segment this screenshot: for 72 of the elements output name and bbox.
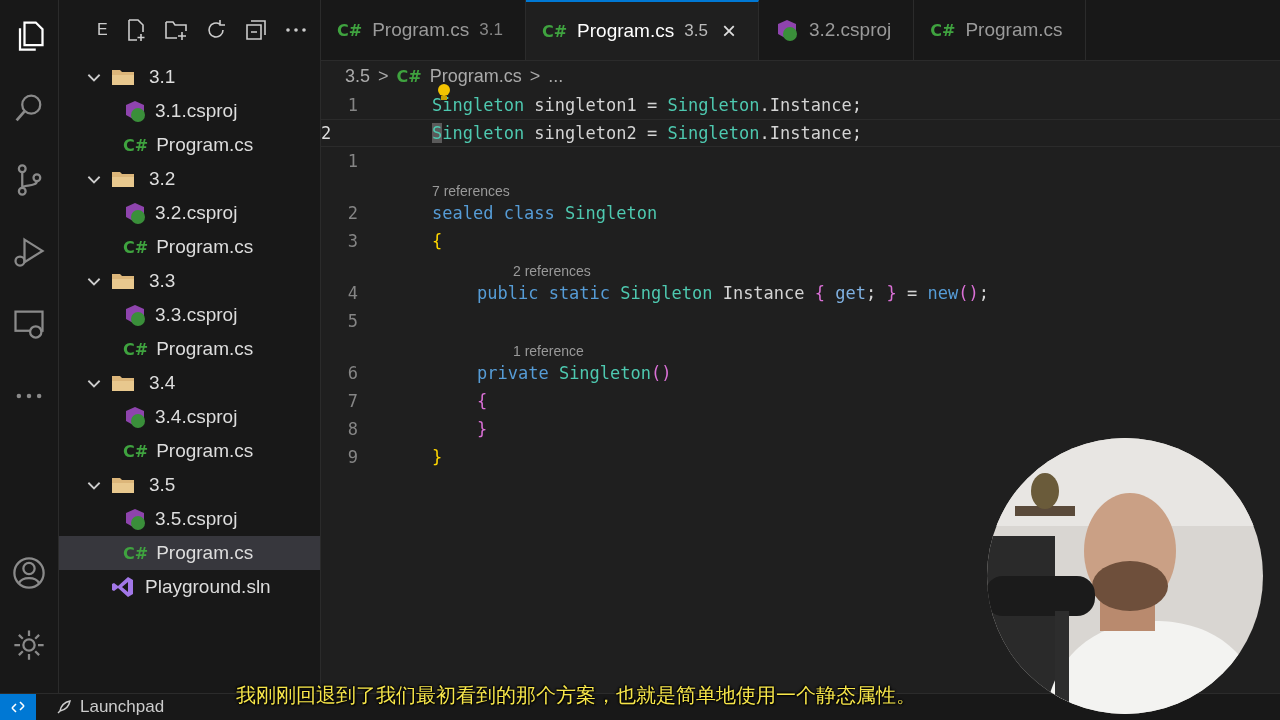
code-line: public static Singleton Instance { get; } = new(); [477,283,989,303]
folder-icon [111,169,135,189]
breadcrumb-more[interactable]: ... [548,65,564,87]
subtitle: 我刚刚回退到了我们最初看到的那个方案，也就是简单地使用一个静态属性。 [236,682,916,709]
project-file-item[interactable]: 3.5.csproj [59,502,320,536]
line-number: 1 [346,151,359,171]
explorer-title: E [97,21,108,39]
folder-icon [111,475,135,495]
line-number: 1 [346,95,359,115]
folder-item[interactable]: 3.3 [59,264,320,298]
editor-tab[interactable]: C# Program.cs [914,0,1086,60]
file-item[interactable]: C# Program.cs [59,332,320,366]
settings-icon[interactable] [11,627,47,663]
line-number: 6 [346,363,359,383]
line-number: 3 [346,231,359,251]
line-number: 2 [321,123,333,143]
project-file-item[interactable]: 3.4.csproj [59,400,320,434]
breadcrumb-separator: > [529,65,541,87]
solution-file-item[interactable]: Playground.sln [59,570,320,604]
folder-icon [111,373,135,393]
line-number: 2 [346,203,359,223]
csharp-icon: C# [123,135,149,155]
csharp-icon: C# [123,441,149,461]
file-item[interactable]: C# Program.cs [59,230,320,264]
line-number: 5 [346,311,359,331]
project-icon [123,405,147,429]
code-line: { [432,231,443,251]
code-lens[interactable]: 7 references [432,183,510,199]
editor-tab[interactable]: C# Program.cs 3.5 × [525,0,759,60]
folder-item[interactable]: 3.5 [59,468,320,502]
folder-icon [111,271,135,291]
project-icon [123,303,147,327]
project-icon [123,201,147,225]
file-item[interactable]: C# Program.cs [59,434,320,468]
project-file-item[interactable]: 3.3.csproj [59,298,320,332]
csharp-icon: C# [123,339,149,359]
code-line: private Singleton() [477,363,672,383]
csharp-icon: C# [123,237,149,257]
folder-icon [111,67,135,87]
new-folder-icon[interactable] [163,18,188,42]
code-line: Singleton singleton1 = Singleton.Instance; [432,95,862,115]
folder-item[interactable]: 3.2 [59,162,320,196]
line-number: 4 [346,283,359,303]
editor-tab[interactable]: C# Program.cs 3.1 [321,0,526,60]
collapse-all-icon[interactable] [243,18,268,42]
project-icon [123,507,147,531]
launchpad-button[interactable]: Launchpad [36,697,179,717]
project-file-item[interactable]: 3.2.csproj [59,196,320,230]
file-item[interactable]: C# Program.cs [59,536,320,570]
line-number: 9 [346,447,359,467]
line-number: 8 [346,419,359,439]
breadcrumb-file[interactable]: Program.cs [429,65,522,87]
folder-item[interactable]: 3.4 [59,366,320,400]
code-line: } [432,447,443,467]
remote-icon [10,699,26,715]
breadcrumb-separator: > [378,65,389,87]
editor-tab[interactable]: 3.2.csproj [758,0,915,60]
code-line: { [477,391,488,411]
project-icon [123,99,147,123]
visual-studio-icon [111,575,135,599]
line-number: 7 [346,391,359,411]
csharp-icon: C# [123,543,149,563]
breadcrumb-folder[interactable]: 3.5 [345,65,371,87]
csharp-icon: C# [396,66,422,86]
code-lens[interactable]: 1 reference [513,343,584,359]
account-icon[interactable] [11,555,47,591]
file-item[interactable]: C# Program.cs [59,128,320,162]
code-line: sealed class Singleton [432,203,658,223]
project-file-item[interactable]: 3.1.csproj [59,94,320,128]
folder-item[interactable]: 3.1 [59,60,320,94]
code-lens[interactable]: 2 references [513,263,591,279]
code-line: } [477,419,488,439]
